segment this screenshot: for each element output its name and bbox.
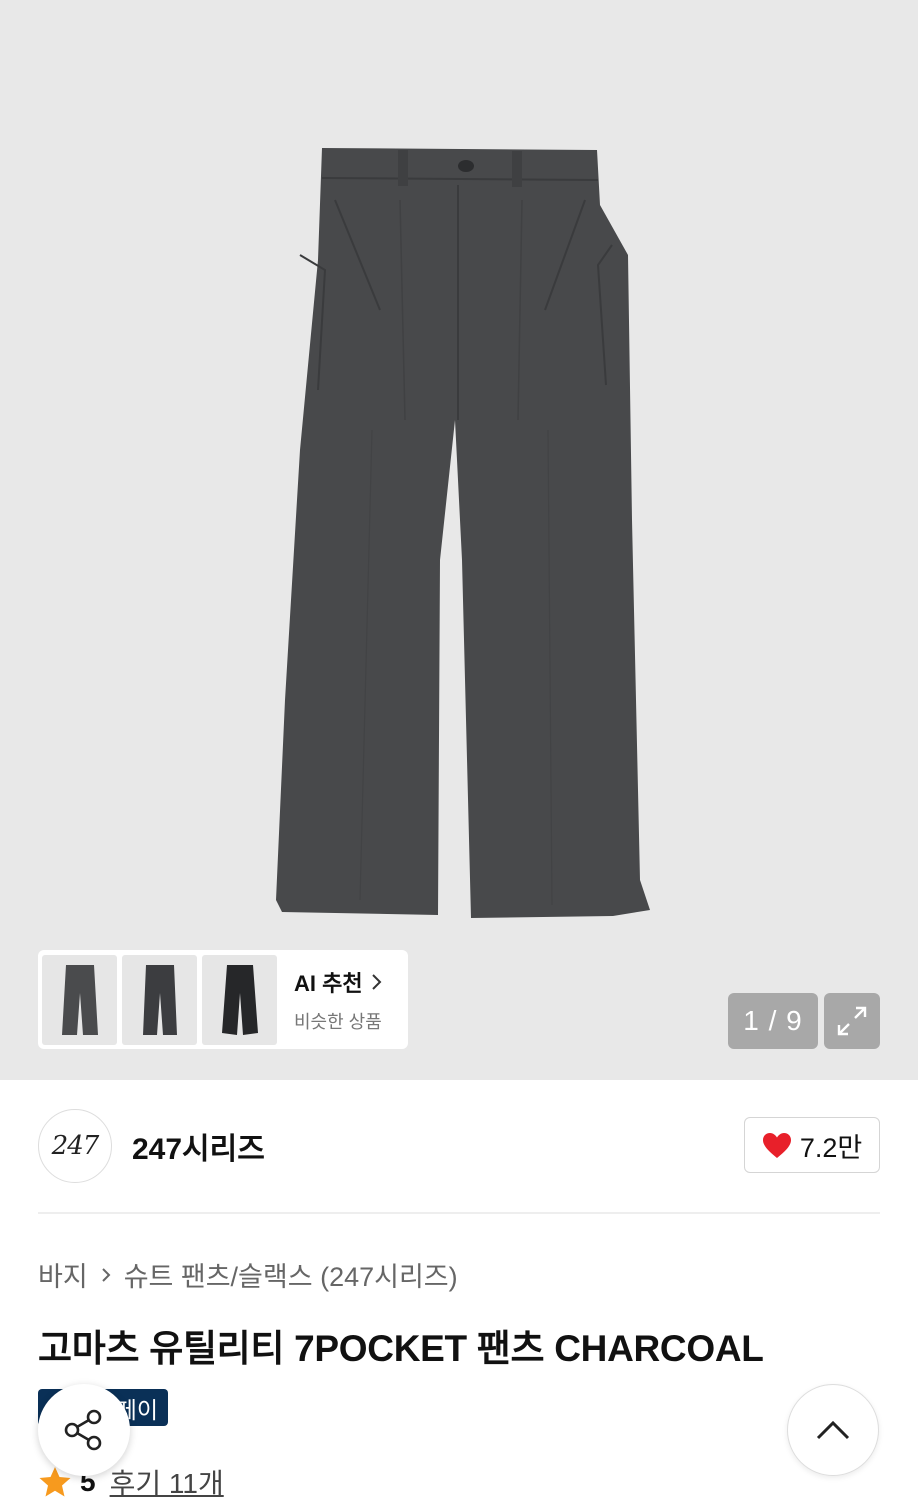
image-counter: 1 / 9 xyxy=(728,993,818,1049)
breadcrumb-item-category[interactable]: 바지 xyxy=(38,1255,88,1294)
breadcrumb-item-subcategory[interactable]: 슈트 팬츠/슬랙스 (247시리즈) xyxy=(124,1255,458,1294)
divider xyxy=(38,1212,880,1214)
ai-recommend-title: AI 추천 xyxy=(294,970,363,996)
chevron-up-icon xyxy=(816,1420,850,1440)
brand-row: 247 247시리즈 7.2만 xyxy=(38,1108,880,1184)
recommend-thumbnail[interactable] xyxy=(202,954,277,1045)
product-title: 고마츠 유틸리티 7POCKET 팬츠 CHARCOAL xyxy=(38,1328,764,1369)
heart-icon xyxy=(762,1132,791,1158)
review-link[interactable]: 후기 11개 xyxy=(110,1462,224,1500)
share-icon xyxy=(64,1409,102,1451)
recommend-thumbnail[interactable] xyxy=(122,954,197,1045)
chevron-right-icon xyxy=(101,1267,111,1282)
expand-button[interactable] xyxy=(824,993,880,1049)
brand-name[interactable]: 247시리즈 xyxy=(132,1124,265,1168)
brand-logo[interactable]: 247 xyxy=(38,1109,112,1183)
recommend-thumbnail[interactable] xyxy=(42,954,117,1045)
ai-recommend-subtitle: 비슷한 상품 xyxy=(294,1011,382,1032)
like-count: 7.2만 xyxy=(799,1132,863,1163)
product-image-gallery[interactable]: AI 추천 비슷한 상품 1 / 9 xyxy=(0,0,918,1080)
expand-icon xyxy=(837,1006,867,1036)
scroll-to-top-button[interactable] xyxy=(787,1384,879,1476)
like-button[interactable]: 7.2만 xyxy=(744,1117,880,1173)
product-image xyxy=(276,148,650,918)
breadcrumb: 바지 슈트 팬츠/슬랙스 (247시리즈) xyxy=(38,1255,458,1294)
chevron-right-icon xyxy=(371,973,382,990)
share-button[interactable] xyxy=(38,1384,130,1476)
ai-recommend-panel[interactable]: AI 추천 비슷한 상품 xyxy=(38,950,408,1049)
